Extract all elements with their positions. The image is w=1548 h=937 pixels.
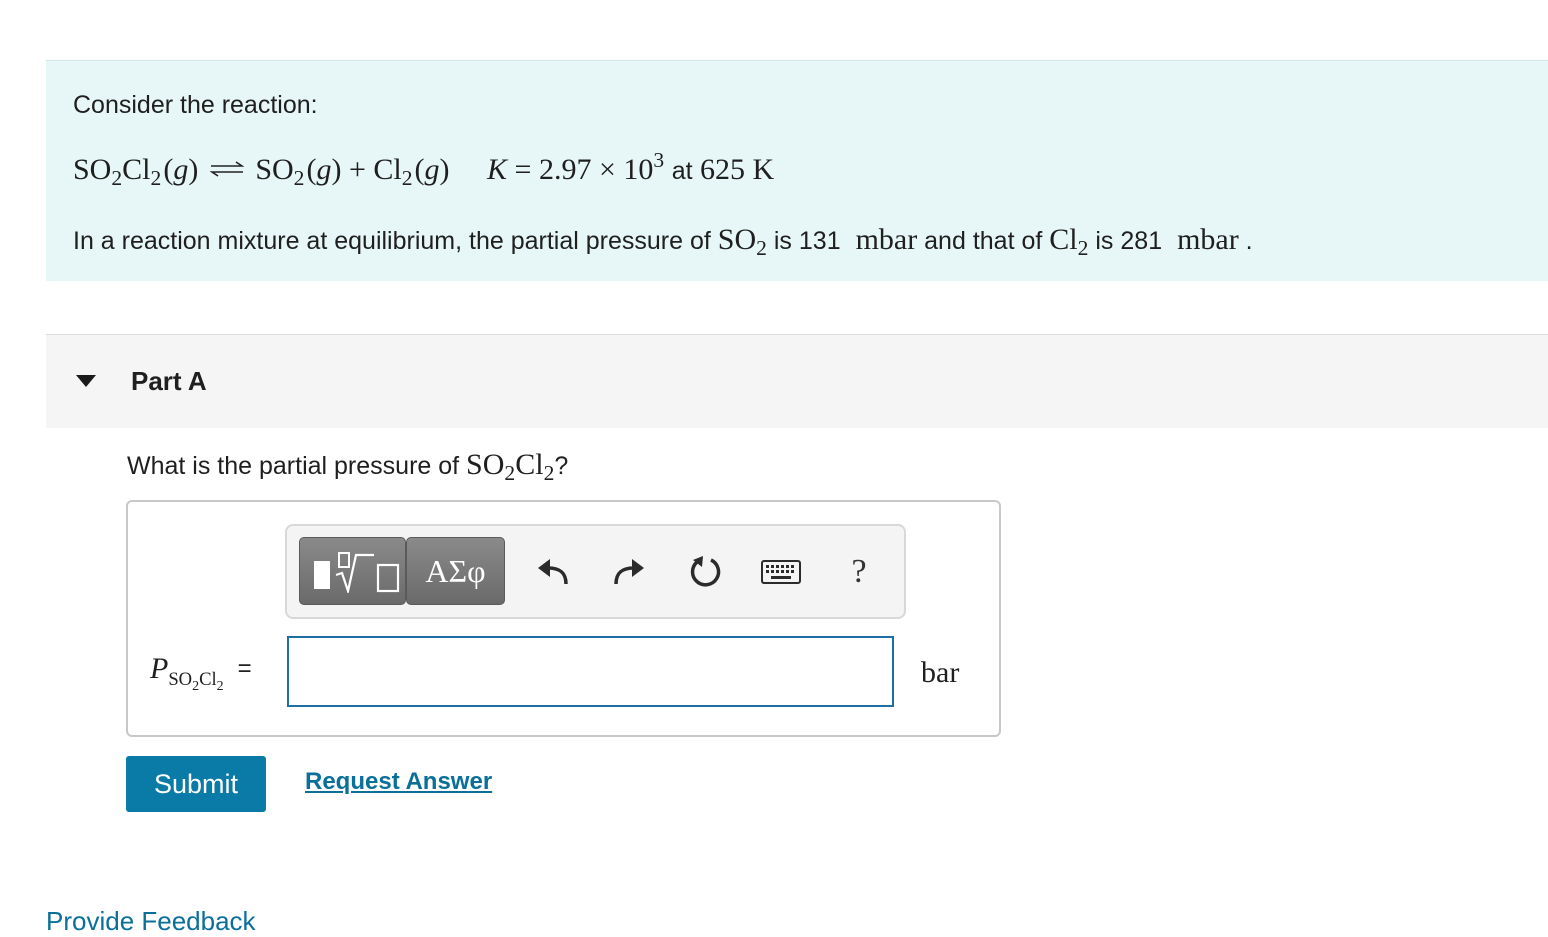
symbols-button[interactable]: ΑΣφ bbox=[406, 537, 505, 605]
mixture-statement: In a reaction mixture at equilibrium, th… bbox=[73, 223, 1253, 261]
request-answer-link[interactable]: Request Answer bbox=[305, 768, 492, 796]
undo-icon[interactable] bbox=[533, 552, 573, 592]
provide-feedback-link[interactable]: Provide Feedback bbox=[46, 906, 256, 937]
so2-pressure-unit: mbar bbox=[855, 223, 918, 256]
so2-pressure-value: 131 bbox=[798, 227, 841, 255]
equilibrium-constant: K = 2.97 × 103 bbox=[487, 148, 665, 186]
reaction-products: SO2(g) + Cl2(g) bbox=[255, 153, 450, 191]
cl2-formula: Cl2 bbox=[1049, 223, 1089, 261]
question-text: What is the partial pressure of SO2Cl2? bbox=[127, 448, 569, 486]
cl2-pressure-unit: mbar bbox=[1177, 223, 1239, 256]
answer-box: ΑΣφ ? PSO2Cl2= bar bbox=[126, 500, 1001, 737]
question-formula: SO2Cl2 bbox=[466, 448, 555, 486]
help-icon[interactable]: ? bbox=[839, 552, 879, 592]
answer-input[interactable] bbox=[287, 636, 894, 707]
intro-lead: Consider the reaction: bbox=[73, 91, 318, 119]
so2-formula: SO2 bbox=[717, 223, 767, 261]
problem-intro: Consider the reaction: SO2Cl2(g) SO2(g) … bbox=[46, 60, 1548, 281]
reaction-equation: SO2Cl2(g) SO2(g) + Cl2(g) K = 2.97 × 103… bbox=[73, 148, 775, 191]
part-a-header[interactable]: Part A bbox=[46, 334, 1548, 428]
condition-text: at bbox=[671, 157, 693, 185]
reset-icon[interactable] bbox=[685, 552, 725, 592]
temperature: 625 K bbox=[700, 153, 775, 186]
reaction-reactant: SO2Cl2(g) bbox=[73, 153, 199, 191]
cl2-pressure-value: 281 bbox=[1120, 227, 1163, 255]
templates-button[interactable] bbox=[299, 537, 406, 605]
submit-button[interactable]: Submit bbox=[126, 756, 266, 812]
redo-icon[interactable] bbox=[609, 552, 649, 592]
part-title: Part A bbox=[131, 366, 207, 396]
keyboard-icon[interactable] bbox=[761, 552, 801, 592]
answer-variable-label: PSO2Cl2= bbox=[150, 652, 252, 694]
collapse-caret-icon[interactable] bbox=[76, 375, 96, 387]
answer-unit: bar bbox=[921, 656, 960, 689]
math-toolbar: ΑΣφ ? bbox=[285, 524, 906, 619]
equilibrium-arrow-icon bbox=[209, 161, 244, 177]
